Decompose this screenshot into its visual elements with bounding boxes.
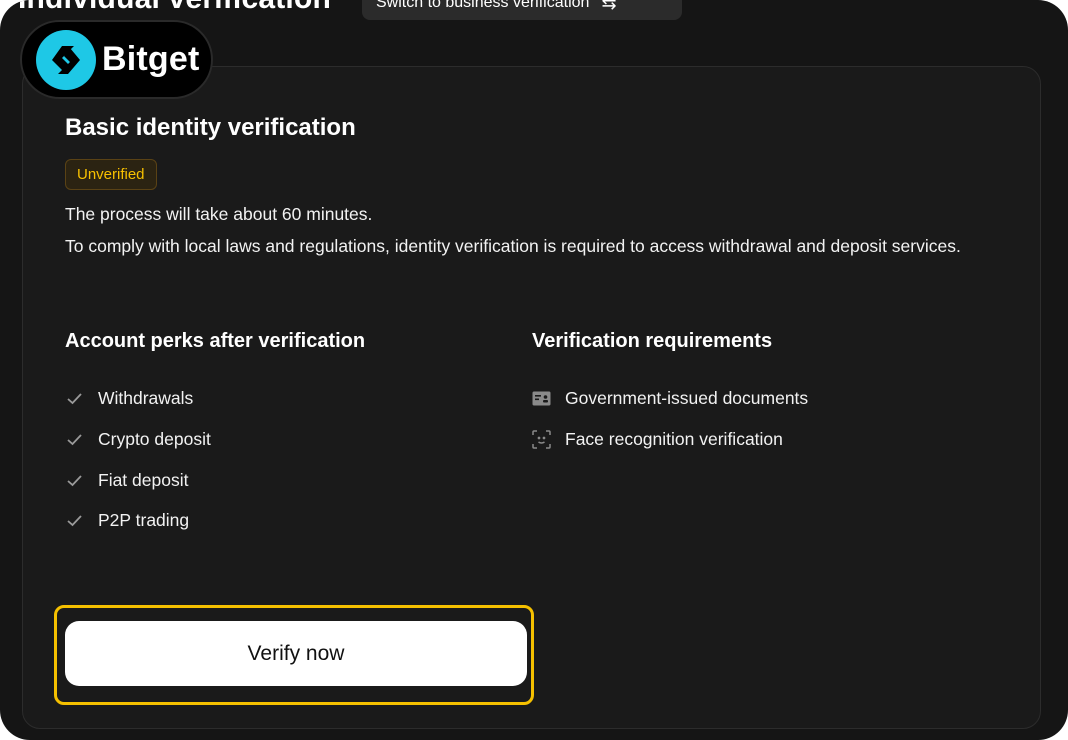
perk-label: Fiat deposit — [98, 469, 189, 490]
card-title: Basic identity verification — [65, 114, 356, 141]
swap-arrows-icon: ⇆ — [601, 0, 617, 13]
check-icon — [65, 471, 84, 490]
perk-item: Fiat deposit — [65, 467, 188, 493]
brand-name: Bitget — [102, 40, 200, 78]
check-icon — [65, 430, 84, 449]
verify-now-button[interactable]: Verify now — [65, 621, 527, 686]
app-frame: Individual verification Switch to busine… — [0, 0, 1068, 740]
perk-item: P2P trading — [65, 507, 189, 533]
requirement-item: Government-issued documents — [532, 385, 808, 411]
brand-logo: Bitget — [20, 20, 213, 99]
id-card-icon — [532, 389, 551, 408]
perk-label: Withdrawals — [98, 387, 194, 408]
compliance-text: To comply with local laws and regulation… — [65, 236, 961, 256]
status-badge: Unverified — [65, 159, 157, 190]
check-icon — [65, 511, 84, 530]
perk-label: Crypto deposit — [98, 428, 211, 449]
bitget-logo-icon — [36, 29, 96, 90]
requirement-label: Government-issued documents — [565, 387, 809, 408]
face-scan-icon — [532, 429, 551, 449]
perk-item: Crypto deposit — [65, 426, 211, 452]
perk-label: P2P trading — [98, 509, 190, 530]
page-title: Individual verification — [18, 0, 331, 16]
check-icon — [65, 389, 84, 408]
duration-text: The process will take about 60 minutes. — [65, 204, 373, 224]
perk-item: Withdrawals — [65, 385, 193, 411]
switch-label: Switch to business verification — [376, 0, 590, 11]
switch-to-business-button[interactable]: Switch to business verification ⇆ — [362, 0, 682, 20]
requirement-item: Face recognition verification — [532, 426, 783, 452]
requirement-label: Face recognition verification — [565, 428, 783, 449]
requirements-title: Verification requirements — [532, 330, 773, 352]
perks-title: Account perks after verification — [65, 330, 366, 352]
